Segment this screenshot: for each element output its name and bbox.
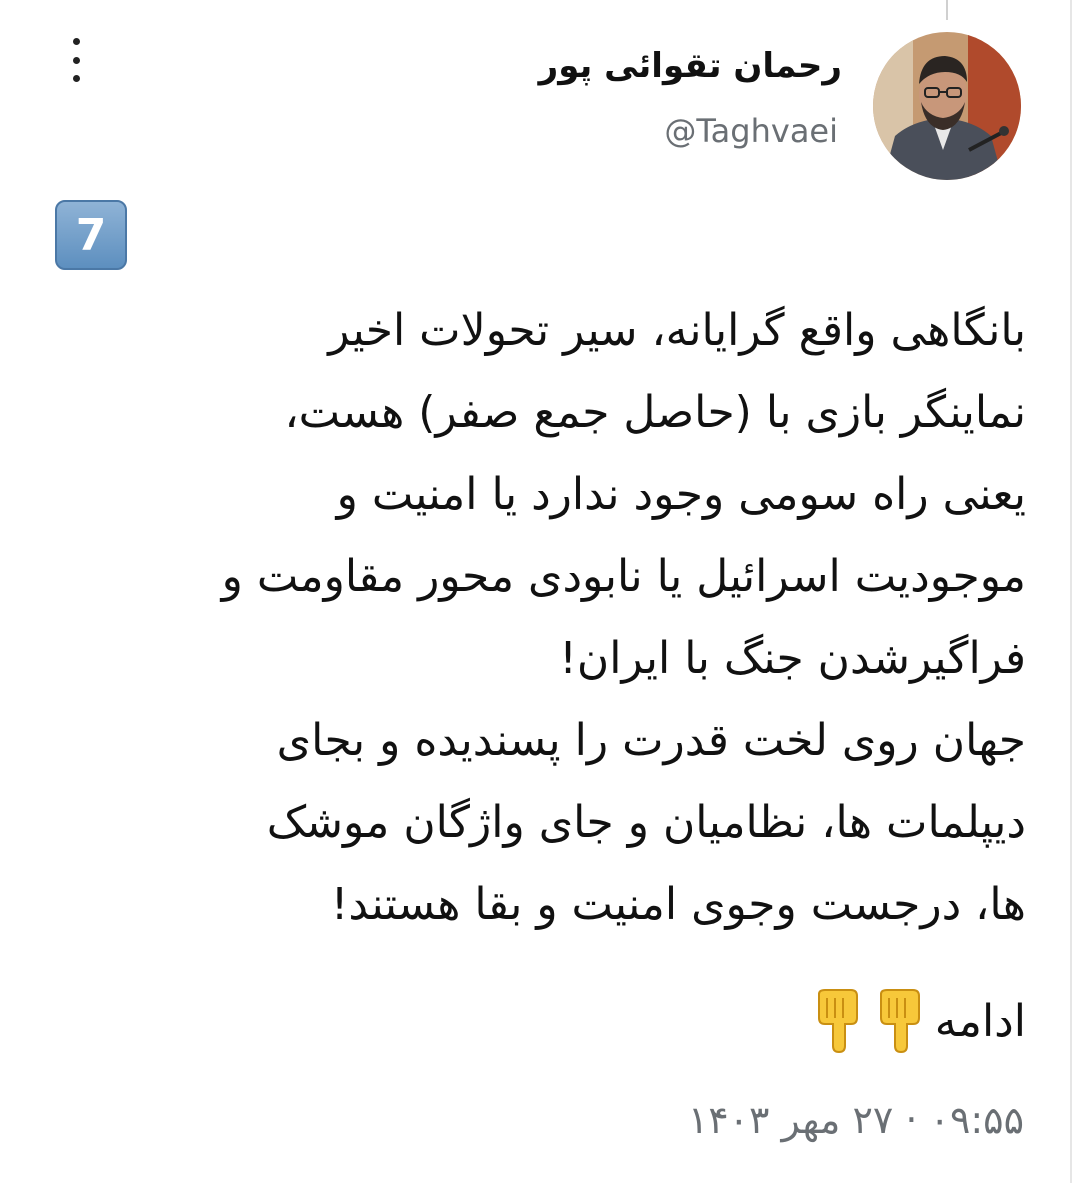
tweet-line: فراگیرشدن جنگ با ایران! xyxy=(559,633,1026,684)
more-options-button[interactable] xyxy=(62,38,90,82)
user-handle[interactable]: @Taghvaei xyxy=(664,112,838,150)
continue-label: ادامه xyxy=(934,995,1026,1047)
keycap-digit-seven-icon: 7 xyxy=(55,200,127,270)
display-name[interactable]: رحمان تقوائی پور xyxy=(539,46,842,86)
tweet-line: یعنی راه سومی وجود ندارد یا امنیت و xyxy=(336,469,1026,520)
avatar[interactable] xyxy=(873,32,1021,180)
top-divider xyxy=(946,0,948,20)
tweet-text: بانگاهی واقع گرایانه، سیر تحولات اخیر نم… xyxy=(60,290,1026,946)
tweet-line: موجودیت اسرائیل یا نابودی محور مقاومت و xyxy=(221,551,1026,602)
tweet-timestamp[interactable]: ۰۹:۵۵ · ۲۷ مهر ۱۴۰۳ xyxy=(688,1098,1024,1142)
more-vertical-icon xyxy=(72,38,80,45)
tweet-line: بانگاهی واقع گرایانه، سیر تحولات اخیر xyxy=(328,305,1026,356)
keycap-digit: 7 xyxy=(75,209,107,261)
tweet-line: دیپلمات ها، نظامیان و جای واژگان موشک xyxy=(266,797,1026,848)
continue-thread[interactable]: ادامه xyxy=(811,988,1026,1054)
tweet-line: جهان روی لخت قدرت را پسندیده و بجای xyxy=(276,715,1026,766)
backhand-index-pointing-down-icon xyxy=(873,988,927,1054)
backhand-index-pointing-down-icon xyxy=(811,988,865,1054)
tweet-line: ها، درجست وجوی امنیت و بقا هستند! xyxy=(330,879,1026,930)
right-divider xyxy=(1070,0,1072,1183)
more-vertical-icon-dot xyxy=(72,56,80,64)
tweet-line: نماینگر بازی با (حاصل جمع صفر) هست، xyxy=(284,387,1026,438)
more-vertical-icon-dot xyxy=(72,75,80,82)
